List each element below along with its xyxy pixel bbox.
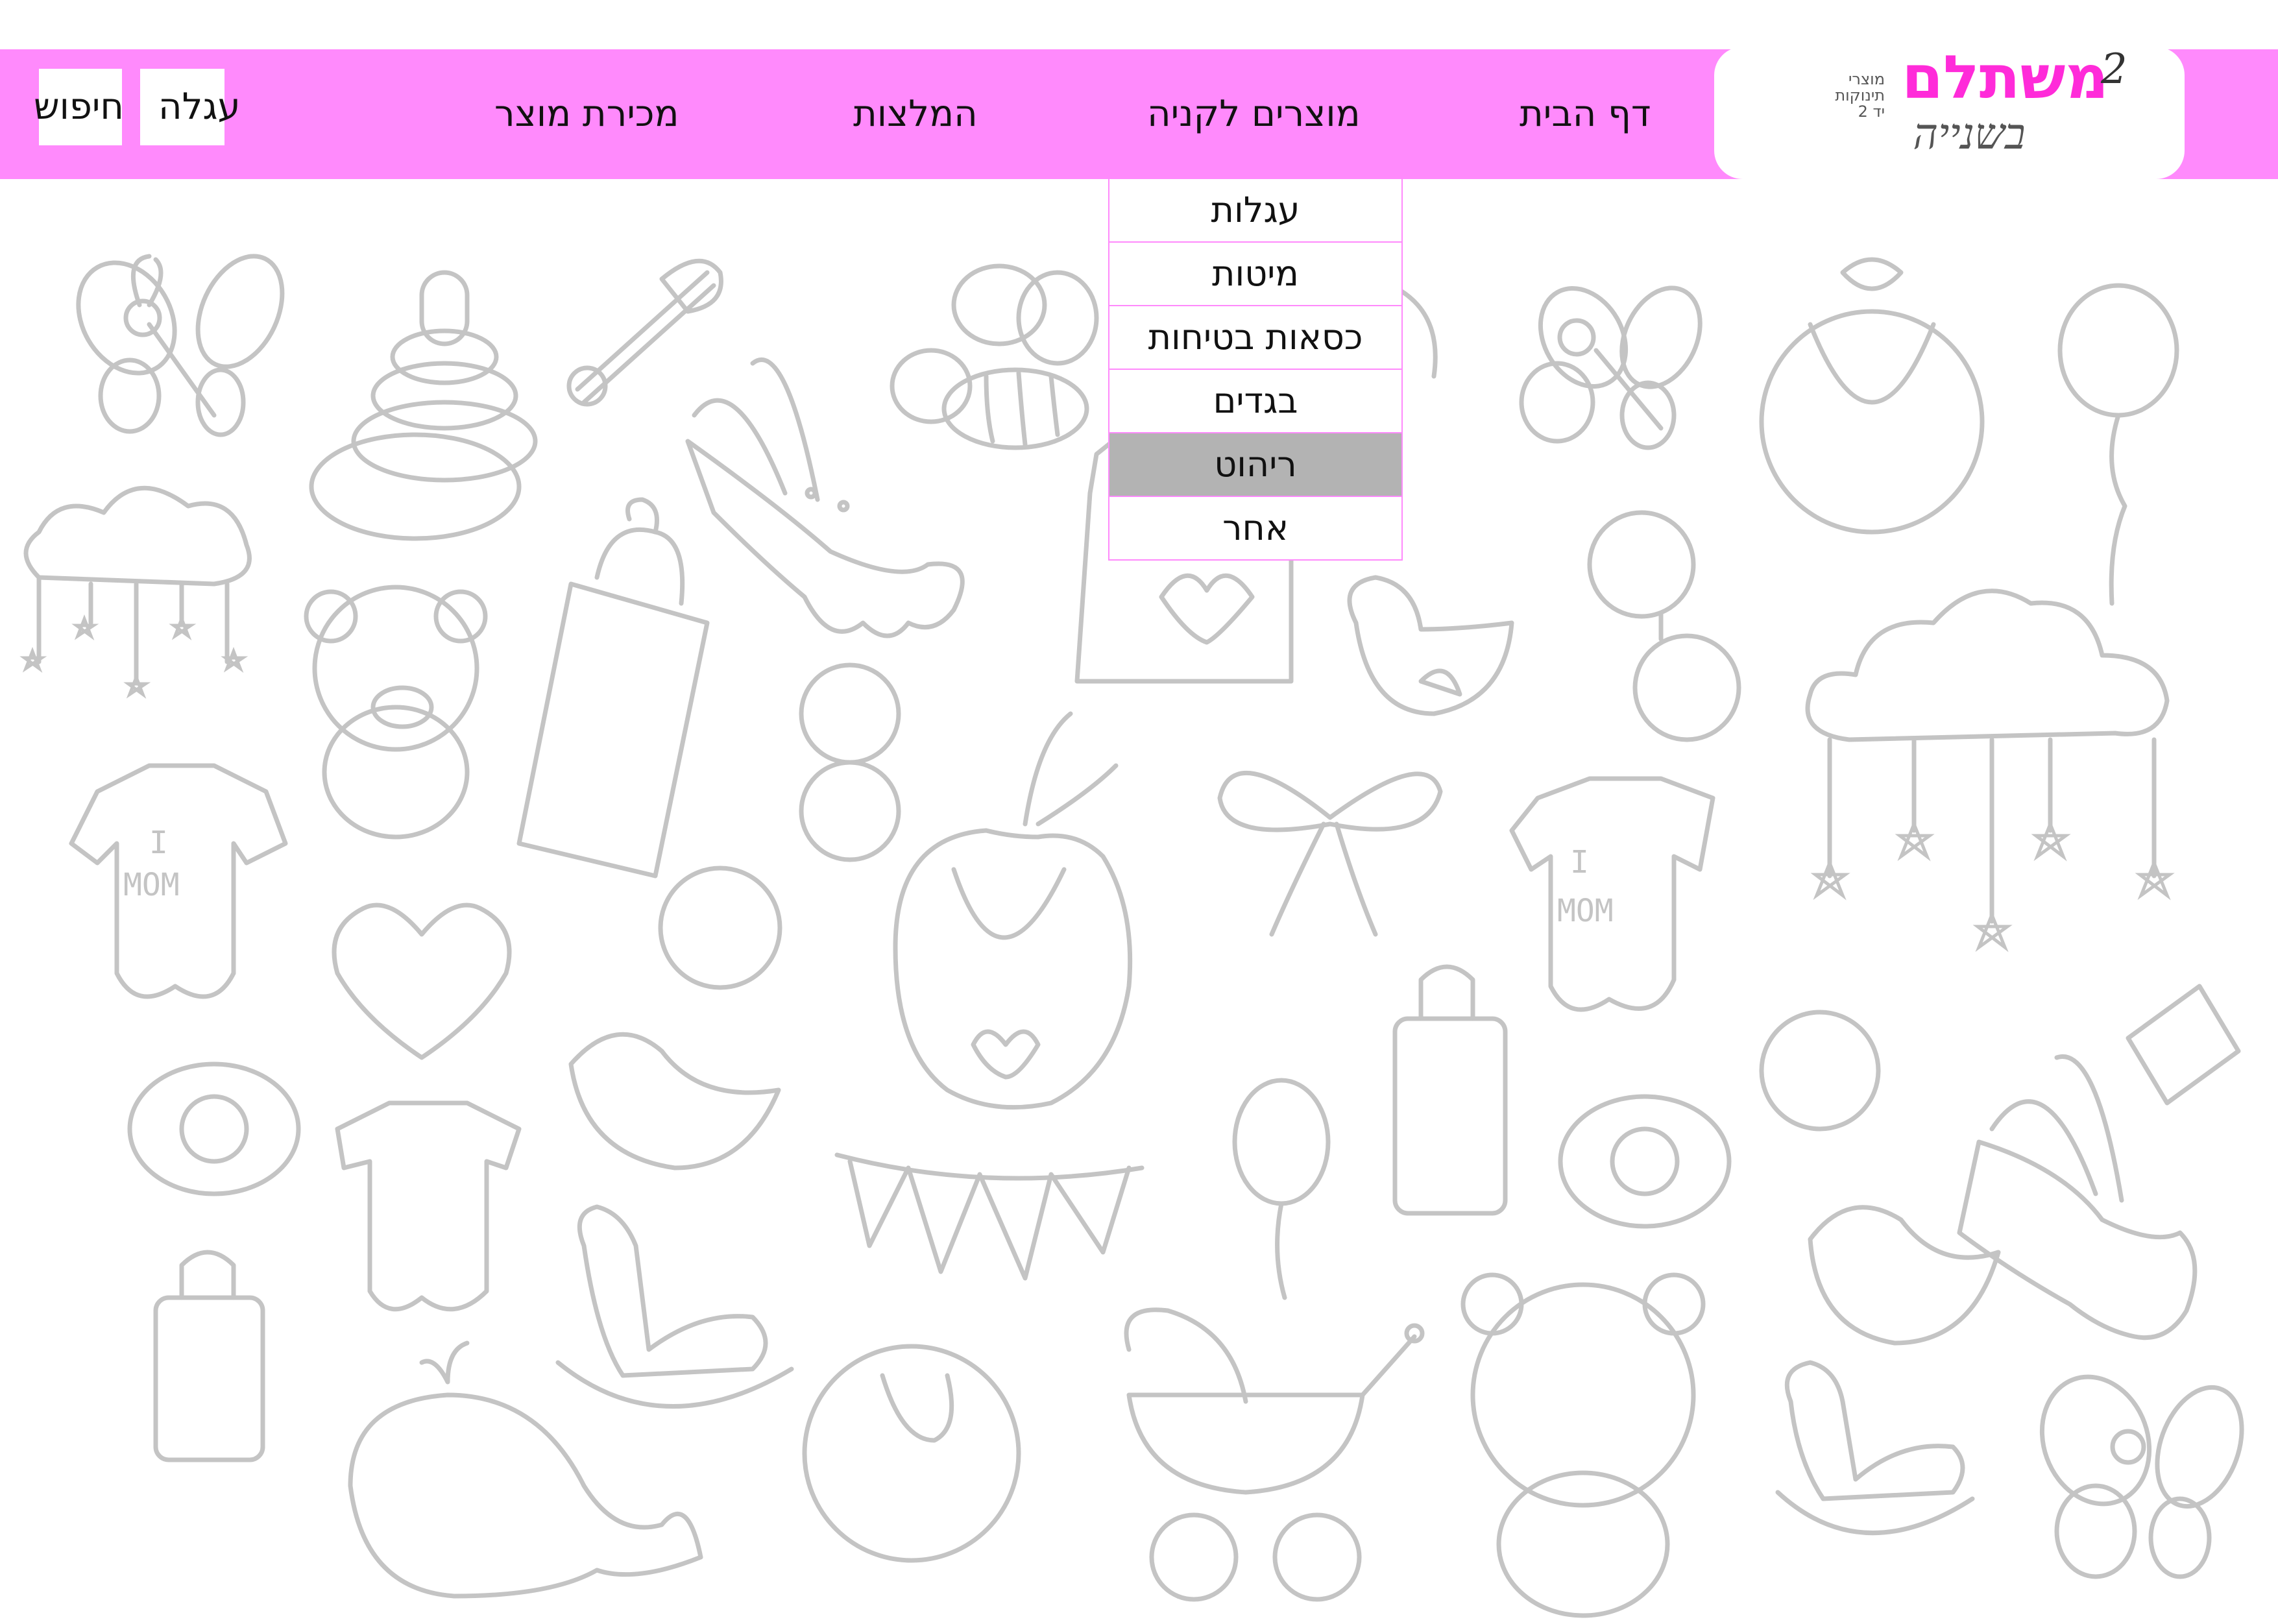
balloon-icon	[2057, 283, 2179, 606]
bunny-icon	[685, 358, 965, 638]
onesie-icon	[335, 1100, 522, 1312]
dropdown-item-furniture[interactable]: ריהוט	[1109, 433, 1401, 497]
onesie-text: MOM	[1557, 893, 1614, 929]
whale-icon	[348, 1340, 703, 1599]
teddy-bear-icon	[304, 585, 488, 840]
rocking-horse-icon	[555, 1204, 1975, 1536]
baby-face-icon	[658, 866, 1881, 1132]
cloud-mobile-icon	[23, 485, 252, 684]
bunny-icon	[1957, 1054, 2198, 1340]
nav-products-link[interactable]: מוצרים לקניה	[1147, 83, 1361, 145]
butterfly-icon	[1519, 285, 1702, 450]
logo-subtitle-line: מוצרי	[1848, 70, 1885, 88]
onesie-text: I	[149, 825, 168, 861]
logo-subtitle-line: יד 2	[1858, 103, 1885, 121]
dropdown-item-car-seats[interactable]: כסאות בטיחות	[1109, 306, 1401, 370]
search-button-label: חיפוש	[34, 86, 125, 128]
bib-icon	[1759, 257, 1985, 535]
logo-subtitle: מוצרי תינוקות יד 2	[1775, 71, 1885, 120]
bib-icon	[802, 1344, 1021, 1563]
ring-stacker-icon	[309, 270, 538, 541]
onesie-text: MOM	[123, 867, 180, 903]
dropdown-item-beds[interactable]: מיטות	[1109, 243, 1401, 306]
logo-subtitle-line: תינוקות	[1835, 86, 1885, 104]
bird-icon	[1347, 575, 1514, 716]
onesie-text: I	[1570, 844, 1589, 880]
safety-pin-icon	[566, 258, 723, 407]
search-button[interactable]: חיפוש	[34, 69, 124, 145]
bib-icon	[893, 711, 1133, 1110]
logo-superscript: 2	[2101, 45, 2127, 93]
nav-sell-product-link[interactable]: מכירת מוצר	[494, 83, 679, 145]
bee-icon	[890, 263, 1099, 450]
dropdown-item-clothes[interactable]: בגדים	[1109, 370, 1401, 433]
baby-bottle-icon	[516, 497, 710, 879]
bow-icon	[1217, 770, 1443, 937]
cart-button[interactable]: עגלה	[140, 69, 241, 145]
heart-icon	[332, 903, 512, 1060]
butterfly-icon	[2039, 1374, 2244, 1579]
logo-title: משתלם	[1902, 43, 2109, 112]
logo-script-text: בשנייה	[1913, 109, 2026, 159]
bunting-icon	[834, 1152, 1145, 1281]
balloon-icon	[1232, 1078, 1331, 1300]
stroller-icon	[1124, 1307, 1425, 1602]
teddy-bear-icon	[1460, 1272, 1706, 1618]
cloud-mobile-icon	[1805, 588, 2170, 924]
products-dropdown-menu: עגלות מיטות כסאות בטיחות בגדים ריהוט אחר	[1108, 179, 1403, 561]
cart-button-label: עגלה	[158, 86, 241, 128]
dropdown-item-other[interactable]: אחר	[1109, 497, 1401, 559]
rattle-icon	[1587, 510, 1741, 742]
nav-home-link[interactable]: דף הבית	[1520, 83, 1651, 145]
nav-recommendations-link[interactable]: המלצות	[853, 83, 978, 145]
baby-bottle-icon	[1392, 964, 1508, 1216]
baby-bottle-icon	[153, 984, 2241, 1462]
dropdown-item-strollers[interactable]: עגלות	[1109, 179, 1401, 243]
butterfly-icon	[76, 254, 285, 437]
rattle-icon	[799, 662, 901, 862]
